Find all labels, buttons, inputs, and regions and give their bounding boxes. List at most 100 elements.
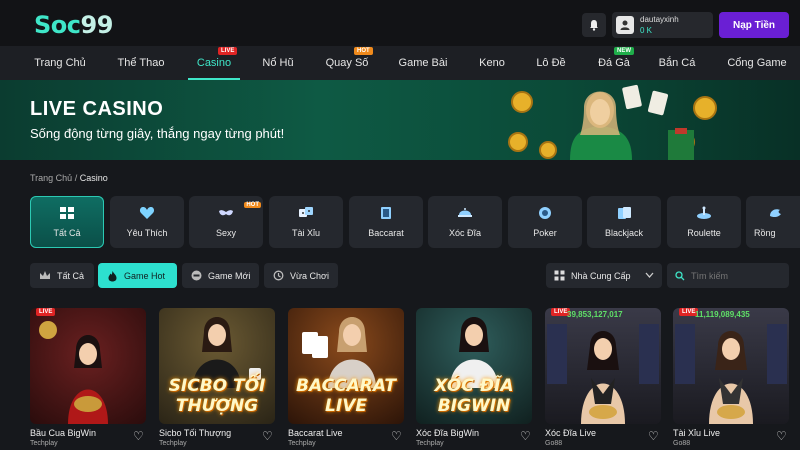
category-roulette[interactable]: Roulette: [667, 196, 741, 248]
dealer-image: [547, 324, 659, 424]
favorite-heart-icon[interactable]: ♡: [133, 429, 144, 443]
category-label: Xóc Đĩa: [448, 228, 481, 238]
nav-item-game-portal[interactable]: Cổng Game: [722, 46, 792, 80]
nav-label: Quay Số: [325, 57, 369, 69]
game-provider: Techplay: [288, 440, 316, 447]
favorite-heart-icon[interactable]: ♡: [391, 429, 402, 443]
crown-icon: [40, 271, 50, 279]
nav-item-fishing[interactable]: Bắn Cá: [654, 46, 700, 80]
game-card-baucua[interactable]: LIVE: [30, 308, 146, 424]
nav-item-lottery[interactable]: Quay Số HOT: [318, 46, 376, 80]
nav-label: Lô Đề: [536, 57, 566, 69]
search-box[interactable]: [667, 263, 789, 288]
category-taixiu[interactable]: Tài Xỉu: [269, 196, 343, 248]
nav-label: Đá Gà: [598, 57, 630, 69]
avatar: [616, 16, 634, 34]
logo-suffix: 99: [80, 11, 114, 39]
game-card-taixiu-live[interactable]: LIVE 11,119,089,435: [673, 308, 789, 424]
game-title[interactable]: Xóc Đĩa BigWin: [416, 428, 479, 438]
breadcrumb-separator: /: [74, 173, 78, 183]
filter-new-games[interactable]: Game Mới: [182, 263, 259, 288]
game-art-title: SICBO TỐI THƯỢNG: [168, 376, 266, 416]
category-label: Blackjack: [604, 228, 643, 238]
favorite-heart-icon[interactable]: ♡: [520, 429, 531, 443]
nav-item-card-games[interactable]: Game Bài: [392, 46, 454, 80]
category-label: Roulette: [687, 228, 721, 238]
nav-label: Thể Thao: [117, 57, 165, 69]
filter-game-hot[interactable]: Game Hot: [98, 263, 177, 288]
category-label: Tài Xỉu: [291, 228, 320, 238]
breadcrumb-current: Casino: [79, 173, 108, 183]
grid-icon: [60, 207, 74, 219]
game-provider: Techplay: [159, 440, 187, 447]
bell-icon[interactable]: [582, 13, 606, 37]
logo[interactable]: Soc99: [34, 11, 113, 39]
category-label: Baccarat: [368, 228, 404, 238]
search-input[interactable]: [691, 270, 786, 281]
nav-item-slots[interactable]: Nổ Hũ: [252, 46, 304, 80]
breadcrumb-home[interactable]: Trang Chủ: [30, 173, 72, 183]
jackpot-counter: 39,853,127,017: [567, 310, 623, 319]
game-provider: Go88: [673, 440, 691, 447]
nav-label: Bắn Cá: [658, 57, 696, 69]
chevron-down-icon: [645, 272, 654, 278]
game-art-title: XÓC ĐĨA BIGWIN: [434, 376, 514, 416]
game-title[interactable]: Sicbo Tối Thượng: [159, 428, 231, 438]
grid-icon: [554, 270, 565, 281]
category-label: Rồng: [754, 228, 776, 238]
nav-item-home[interactable]: Trang Chủ: [24, 46, 96, 80]
nav-item-cockfight[interactable]: Đá Gà NEW: [592, 46, 636, 80]
category-sexy[interactable]: Sexy HOT: [189, 196, 263, 248]
flame-icon: [108, 270, 117, 281]
game-card-xocdia-live[interactable]: LIVE 39,853,127,017: [545, 308, 661, 424]
game-card-baccarat[interactable]: BACCARAT LIVE: [288, 308, 404, 424]
live-badge: LIVE: [218, 47, 238, 55]
category-baccarat[interactable]: Baccarat: [349, 196, 423, 248]
hero-banner: LIVE CASINO Sống động từng giây, thắng n…: [0, 80, 800, 160]
filter-all[interactable]: Tất Cả: [30, 263, 94, 288]
game-card-xocdia-bigwin[interactable]: XÓC ĐĨA BIGWIN: [416, 308, 532, 424]
dragon-icon: [770, 209, 781, 218]
nav-label: Cổng Game: [727, 57, 787, 69]
category-xocdia[interactable]: Xóc Đĩa: [428, 196, 502, 248]
category-favorites[interactable]: Yêu Thích: [110, 196, 184, 248]
provider-select[interactable]: Nhà Cung Cấp: [546, 263, 662, 288]
search-icon: [675, 270, 685, 280]
bowl-icon: [458, 208, 472, 217]
category-poker[interactable]: Poker: [508, 196, 582, 248]
game-card-sicbo[interactable]: SICBO TỐI THƯỢNG: [159, 308, 275, 424]
heart-icon: [139, 207, 155, 219]
chip-icon: [539, 207, 551, 219]
user-account[interactable]: dautayxinh 0 K: [612, 12, 713, 38]
game-title[interactable]: Baccarat Live: [288, 428, 343, 438]
nav-item-lode[interactable]: Lô Đề: [530, 46, 572, 80]
top-bar: Soc99 dautayxinh 0 K Nạp Tiền: [0, 0, 800, 46]
hot-badge: HOT: [244, 202, 261, 208]
category-blackjack[interactable]: Blackjack: [587, 196, 661, 248]
nav-item-casino[interactable]: Casino LIVE: [188, 46, 240, 80]
game-art-title: BACCARAT LIVE: [296, 376, 396, 416]
favorite-heart-icon[interactable]: ♡: [776, 429, 787, 443]
filter-recently-played[interactable]: Vừa Chơi: [264, 263, 338, 288]
dealer-image: [39, 321, 108, 424]
game-provider: Go88: [545, 440, 563, 447]
deposit-button[interactable]: Nạp Tiền: [719, 12, 789, 38]
breadcrumb: Trang Chủ / Casino: [30, 173, 108, 183]
game-title[interactable]: Bầu Cua BigWin: [30, 428, 96, 438]
filter-label: Tất Cả: [57, 270, 85, 281]
banner-dealer-illustration: [508, 84, 717, 160]
category-label: Poker: [533, 228, 557, 238]
roulette-icon: [697, 206, 711, 219]
dice-icon: [299, 207, 313, 217]
banner-title: LIVE CASINO: [30, 98, 164, 120]
nav-item-keno[interactable]: Keno: [470, 46, 514, 80]
favorite-heart-icon[interactable]: ♡: [648, 429, 659, 443]
favorite-heart-icon[interactable]: ♡: [262, 429, 273, 443]
category-dragon[interactable]: Rồng: [746, 196, 800, 248]
game-title[interactable]: Tài Xỉu Live: [673, 428, 720, 438]
nav-item-sports[interactable]: Thể Thao: [106, 46, 176, 80]
game-title[interactable]: Xóc Đĩa Live: [545, 428, 596, 438]
game-provider: Techplay: [30, 440, 58, 447]
category-all[interactable]: Tất Cả: [30, 196, 104, 248]
mask-icon: [219, 210, 233, 216]
